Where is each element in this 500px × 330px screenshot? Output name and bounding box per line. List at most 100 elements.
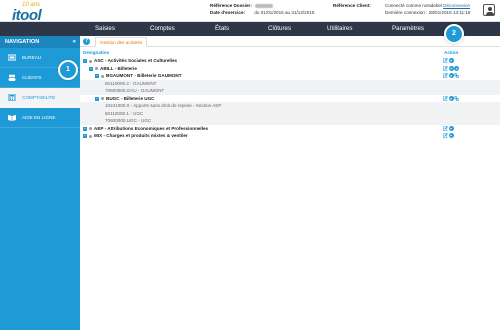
tree-group-row[interactable]: − BUGC - Billeterie UGC × (80, 95, 500, 103)
book-icon (8, 115, 16, 121)
tree-account-row[interactable]: 60110000.1 - UGC (80, 109, 500, 117)
tree-group-row[interactable]: − ABILL - Billeterie + × (80, 65, 500, 73)
collapse-toggle-icon[interactable]: − (95, 74, 99, 78)
client-label: Référence Client: (333, 3, 371, 8)
menu-etats[interactable]: États (215, 22, 229, 36)
menu-utilitaires[interactable]: Utilitaires (327, 22, 352, 36)
edit-icon[interactable] (443, 133, 448, 138)
clients-icon (8, 74, 16, 81)
collapse-toggle-icon[interactable]: − (95, 96, 99, 101)
main-menu: Saisies Comptes États Clôtures Utilitair… (0, 22, 500, 36)
row-actions: × (443, 95, 460, 102)
sidebar-title: NAVIGATION (5, 39, 40, 45)
edit-icon[interactable] (443, 58, 448, 63)
tree-group-row[interactable]: − MIX - Charges et produits mixtes & vent… (80, 132, 500, 140)
edit-icon[interactable] (443, 73, 448, 78)
delete-icon[interactable]: × (448, 73, 454, 78)
tree-group-row[interactable]: − BGAUMONT - Billeterie GAUMONT × (80, 72, 500, 80)
tree-row-label: BGAUMONT - Billeterie GAUMONT (106, 73, 182, 78)
add-icon[interactable]: + (448, 65, 454, 71)
help-icon[interactable]: ? (83, 38, 90, 45)
last-login: Dernière connexion : 28/01/2016 14:11:18 (385, 10, 471, 15)
logout-link[interactable]: Déconnexion (443, 3, 470, 8)
tab-gestion-activites[interactable]: Gestion des activités (95, 37, 148, 47)
tree-row-label: BUGC - Billeterie UGC (106, 95, 155, 101)
exercice-value: du 01/01/2015 au 31/12/2015 (254, 10, 315, 15)
client-reference: Référence Client: (333, 2, 371, 9)
top-header: 10 ans itool Référence Dossier: Date d'e… (0, 0, 500, 24)
delete-icon[interactable]: × (454, 65, 460, 71)
column-designation: Désignation (83, 50, 110, 55)
user-icon[interactable] (483, 4, 495, 16)
menu-comptes[interactable]: Comptes (150, 22, 175, 36)
desk-icon (8, 54, 16, 61)
tab-bar: ? Gestion des activités (80, 36, 500, 47)
tree-row-label: MIX - Charges et produits mixtes & venti… (94, 133, 188, 138)
sidebar-item-comptabilite[interactable]: COMPTABILITÉ (0, 88, 80, 108)
collapse-toggle-icon[interactable]: − (89, 66, 93, 71)
bullet-icon (101, 74, 104, 78)
row-actions: + (443, 125, 454, 132)
tree-row-label: 70600000.GAU - GAUMONT (105, 88, 165, 93)
row-actions: + (443, 58, 454, 64)
dossier-label: Référence Dossier: (210, 3, 252, 8)
exercice-date: Date d'exercice: du 01/01/2015 au 31/12/… (210, 9, 314, 16)
add-icon[interactable]: + (448, 125, 454, 131)
row-actions: + (443, 133, 454, 139)
activity-tree: − ASC - Activités Sociales et Culturelles… (80, 57, 500, 140)
tree-row-label: 10241000.0 - Apports sans droit de repri… (105, 103, 222, 108)
bullet-icon (95, 67, 98, 70)
sidebar: NAVIGATION « BUREAU CLIENTS COMPTABILITÉ… (0, 36, 80, 330)
itool-logo[interactable]: 10 ans itool (8, 2, 68, 24)
bullet-icon (89, 127, 92, 130)
tree-account-row[interactable]: 70600000.UGC - UGC (80, 117, 500, 125)
tree-row-label: 60110000.1 - UGC (105, 110, 144, 116)
edit-icon[interactable] (443, 125, 448, 131)
bullet-icon (89, 134, 92, 138)
tree-group-row[interactable]: − ASC - Activités Sociales et Culturelles… (80, 57, 500, 65)
edit-icon[interactable] (443, 95, 448, 101)
redacted-value (254, 3, 273, 8)
menu-parametres[interactable]: Paramètres (392, 22, 424, 36)
collapse-toggle-icon[interactable]: − (83, 134, 87, 138)
sidebar-item-label: BUREAU (22, 55, 42, 60)
dossier-reference: Référence Dossier: (210, 2, 273, 9)
sidebar-item-aide[interactable]: AIDE EN LIGNE (0, 108, 80, 128)
connected-info: Connecté comme nosidebel Déconnexion (385, 2, 470, 9)
main-content: ? Gestion des activités Désignation Acti… (80, 36, 500, 330)
delete-icon[interactable]: × (448, 95, 454, 101)
exercice-label: Date d'exercice: (210, 10, 246, 15)
callout-badge-2: 2 (444, 24, 464, 44)
menu-clotures[interactable]: Clôtures (268, 22, 291, 36)
callout-badge-1: 1 (58, 60, 78, 80)
add-icon[interactable]: + (448, 133, 454, 138)
bullet-icon (101, 97, 104, 100)
collapse-toggle-icon[interactable]: − (83, 59, 87, 63)
edit-icon[interactable] (443, 65, 448, 71)
tree-account-row[interactable]: 10241000.0 - Apports sans droit de repri… (80, 102, 500, 110)
tree-account-row[interactable]: 60110000.2 - GAUMONT (80, 79, 500, 87)
sidebar-header: NAVIGATION « (0, 36, 80, 48)
connected-text: Connecté comme nosidebel (385, 3, 442, 8)
tree-account-row[interactable]: 70600000.GAU - GAUMONT (80, 87, 500, 95)
table-header: Désignation Action (80, 47, 500, 57)
tree-row-label: 70600000.UGC - UGC (105, 118, 152, 123)
link-icon[interactable] (454, 95, 460, 101)
link-icon[interactable] (454, 73, 460, 78)
collapse-sidebar-icon[interactable]: « (73, 36, 76, 48)
collapse-toggle-icon[interactable]: − (83, 126, 87, 131)
row-actions: + × (443, 65, 460, 72)
bullet-icon (89, 59, 92, 63)
tree-row-label: AEP - Attributions Economiques et Profes… (94, 125, 209, 131)
tree-row-label: 60110000.2 - GAUMONT (105, 80, 157, 86)
tree-row-label: ABILL - Billeterie (100, 65, 137, 71)
tree-group-row[interactable]: − AEP - Attributions Economiques et Profe… (80, 125, 500, 133)
tree-row-label: ASC - Activités Sociales et Culturelles (94, 58, 178, 63)
sidebar-item-label: COMPTABILITÉ (22, 95, 56, 100)
sidebar-item-label: CLIENTS (22, 75, 42, 80)
add-icon[interactable]: + (448, 58, 454, 63)
row-actions: × (443, 73, 460, 79)
calculator-icon (8, 94, 16, 101)
menu-saisies[interactable]: Saisies (95, 22, 115, 36)
column-action: Action (444, 50, 459, 55)
